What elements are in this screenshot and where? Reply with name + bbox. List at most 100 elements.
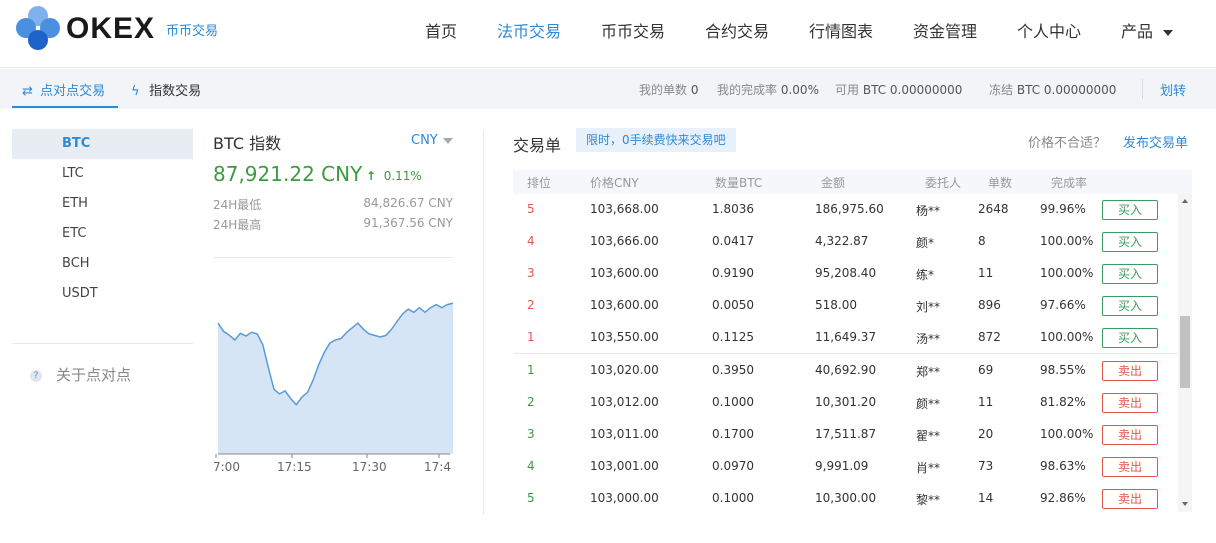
index-low-label: 24H最低 [213,198,262,212]
scroll-up-arrow-icon[interactable] [1182,199,1188,203]
cell-rate: 98.63% [1040,459,1086,473]
coin-item-usdt[interactable]: USDT [12,279,193,309]
cell-amount: 17,511.87 [815,427,877,441]
index-area [218,303,453,454]
x-tick-label: 17:15 [277,460,312,474]
sell-button[interactable]: 卖出 [1102,489,1158,509]
cell-orders: 8 [978,234,986,248]
cell-price: 103,666.00 [590,234,659,248]
nav-home[interactable]: 首页 [425,18,457,42]
orderbook-title: 交易单 [513,136,562,155]
nav-market-charts[interactable]: 行情图表 [809,18,873,42]
buy-button[interactable]: 买入 [1102,200,1158,220]
nav-fiat-trading[interactable]: 法币交易 [497,18,561,42]
buy-button[interactable]: 买入 [1102,264,1158,284]
promo-tip: 限时，0手续费快来交易吧 [576,128,736,152]
cell-rate: 97.66% [1040,298,1086,312]
orderbook-header: 排位 价格CNY 数量BTC 金额 委托人 单数 完成率 [513,170,1192,194]
cell-rate: 100.00% [1040,266,1094,280]
cell-rank: 3 [527,266,535,280]
index-high-row: 24H最高 91,367.56 CNY [213,216,453,233]
sell-button[interactable]: 卖出 [1102,361,1158,381]
currency-value: CNY [411,133,438,148]
sell-order-row: 3 103,011.00 0.1700 17,511.87 翟** 20 100.00% 卖出 [513,419,1177,451]
cell-amount: 4,322.87 [815,234,869,248]
scrollbar-thumb[interactable] [1180,316,1190,388]
brand-name[interactable]: OKEX [66,12,155,46]
coin-item-eth[interactable]: ETH [12,189,193,219]
nav-products-label: 产品 [1121,22,1154,41]
cell-amount: 10,301.20 [815,395,877,409]
col-orders: 单数 [988,176,1013,190]
divider [213,257,453,258]
buy-order-row: 4 103,666.00 0.0417 4,322.87 颜* 8 100.00% 买入 [513,226,1177,258]
cell-orders: 11 [978,395,994,409]
publish-order-link[interactable]: 发布交易单 [1123,132,1188,151]
cell-orders: 69 [978,363,994,377]
cell-price: 103,000.00 [590,491,659,505]
nav-products[interactable]: 产品 [1121,18,1174,42]
cell-amount: 186,975.60 [815,202,884,216]
col-amount: 金额 [821,176,846,190]
about-p2p-link[interactable]: ? 关于点对点 [30,364,131,385]
coin-item-etc[interactable]: ETC [12,219,193,249]
stat-my-orders: 我的单数 0 [639,81,698,98]
cell-rank: 5 [527,202,535,216]
tab-p2p-trading[interactable]: ⇄ 点对点交易 [22,80,105,99]
price-hint: 价格不合适？ [1028,136,1107,151]
cell-price: 103,020.00 [590,363,659,377]
cell-price: 103,012.00 [590,395,659,409]
arrow-up-icon: ↑ [366,169,377,183]
tab-index-trading[interactable]: ϟ 指数交易 [131,80,201,99]
nav-personal-center[interactable]: 个人中心 [1017,18,1081,42]
stat-label: 可用 [835,83,860,97]
index-high-value: 91,367.56 CNY [363,216,453,230]
okex-logo-icon[interactable] [12,4,64,52]
cell-amount: 40,692.90 [815,363,877,377]
cell-price: 103,600.00 [590,298,659,312]
cell-rank: 3 [527,427,535,441]
sell-button[interactable]: 卖出 [1102,457,1158,477]
coin-item-btc[interactable]: BTC [12,129,193,159]
buy-button[interactable]: 买入 [1102,232,1158,252]
top-nav: OKEX 币币交易 首页 法币交易 币币交易 合约交易 行情图表 资金管理 个人… [0,0,1216,68]
scroll-down-arrow-icon[interactable] [1182,502,1188,506]
cell-rank: 2 [527,298,535,312]
stat-label: 我的完成率 [717,83,778,97]
buy-order-row: 5 103,668.00 1.8036 186,975.60 杨** 2648 99.96%… [513,194,1177,226]
col-completion: 完成率 [1051,176,1088,190]
cell-price: 103,550.00 [590,330,659,344]
transfer-link[interactable]: 划转 [1160,80,1186,99]
index-chart: 7:00 17:15 17:30 17:4 [213,302,454,474]
sell-button[interactable]: 卖出 [1102,393,1158,413]
stat-label: 冻结 [989,83,1014,97]
cell-qty: 0.1125 [712,330,754,344]
sell-button[interactable]: 卖出 [1102,425,1158,445]
cell-amount: 95,208.40 [815,266,877,280]
cell-qty: 0.3950 [712,363,754,377]
nav-futures-trading[interactable]: 合约交易 [705,18,769,42]
cell-orders: 73 [978,459,994,473]
x-tick-label: 17:30 [352,460,387,474]
coin-item-bch[interactable]: BCH [12,249,193,279]
tab-index-label: 指数交易 [149,84,202,99]
cell-user: 肖** [916,461,941,475]
cell-orders: 2648 [978,202,1009,216]
buy-button[interactable]: 买入 [1102,328,1158,348]
currency-select[interactable]: CNY [411,133,453,148]
cell-user: 颜* [916,236,935,250]
cell-rank: 1 [527,363,535,377]
coin-item-ltc[interactable]: LTC [12,159,193,189]
cell-qty: 0.1000 [712,491,754,505]
index-price: 87,921.22 CNY [213,162,363,186]
question-icon: ? [30,370,42,382]
divider [1142,79,1143,99]
cell-rate: 81.82% [1040,395,1086,409]
stat-value: BTC 0.00000000 [1016,83,1117,97]
cell-qty: 0.0970 [712,459,754,473]
nav-spot-trading[interactable]: 币币交易 [601,18,665,42]
cell-price: 103,668.00 [590,202,659,216]
nav-funds[interactable]: 资金管理 [913,18,977,42]
x-tick-label: 17:4 [424,460,451,474]
buy-button[interactable]: 买入 [1102,296,1158,316]
